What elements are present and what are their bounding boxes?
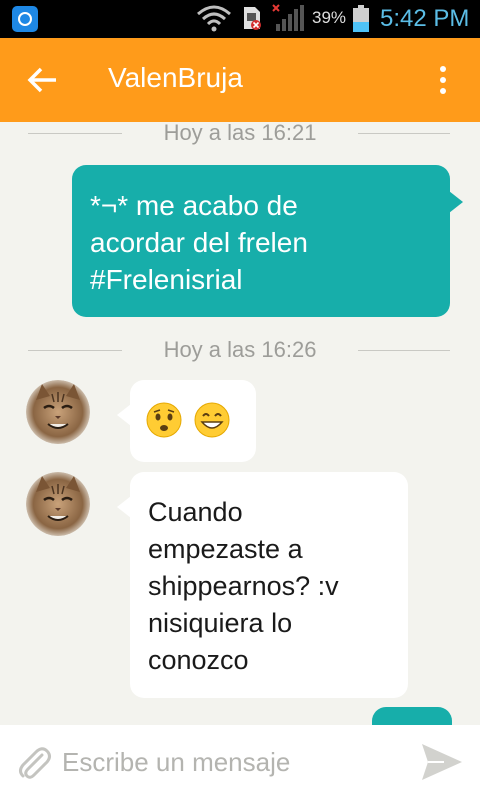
chat-title[interactable]: ValenBruja <box>108 62 243 94</box>
message-text: Cuando empezaste a shippearnos? :v nisiq… <box>130 472 408 679</box>
arrow-left-icon[interactable] <box>26 64 60 96</box>
contact-avatar[interactable] <box>26 472 90 536</box>
anxious-face-emoji <box>146 402 182 438</box>
battery-percent: 39% <box>312 8 347 27</box>
message-composer <box>0 725 480 800</box>
incoming-message[interactable]: Cuando empezaste a shippearnos? :v nisiq… <box>117 472 408 698</box>
status-bar: 39% 5:42 PM <box>0 0 480 38</box>
paperclip-icon[interactable] <box>14 743 54 783</box>
message-line: conozco <box>148 645 249 675</box>
more-vertical-icon[interactable] <box>430 62 456 98</box>
separator-line <box>358 350 450 351</box>
outgoing-message[interactable]: *¬* me acabo de acordar del frelen #Frel… <box>72 165 463 317</box>
message-line: acordar del frelen <box>90 227 308 258</box>
battery-icon <box>353 5 369 32</box>
emoji-row <box>130 380 256 438</box>
date-label: Hoy a las 16:21 <box>163 122 317 145</box>
message-list[interactable]: Hoy a las 16:21 *¬* me acabo de acordar … <box>0 122 480 725</box>
status-time: 5:42 PM <box>380 5 470 32</box>
message-line: #Frelenisrial <box>90 264 243 295</box>
grinning-face-emoji <box>194 402 230 438</box>
separator-line <box>358 133 450 134</box>
date-separator: Hoy a las 16:21 <box>0 122 480 149</box>
wifi-icon <box>197 5 231 32</box>
message-line: nisiquiera lo <box>148 608 293 638</box>
message-line: shippearnos? :v <box>148 571 339 601</box>
message-line: empezaste a <box>148 534 303 564</box>
date-separator: Hoy a las 16:26 <box>0 336 480 366</box>
signal-icon <box>272 4 304 31</box>
sim-error-icon <box>244 7 261 30</box>
message-line: *¬* me acabo de <box>90 190 298 221</box>
send-icon[interactable] <box>418 741 464 783</box>
message-input[interactable] <box>62 739 402 785</box>
contact-avatar[interactable] <box>26 380 90 444</box>
message-line: Cuando <box>148 497 243 527</box>
outgoing-message-partial[interactable] <box>372 707 452 725</box>
app-bar: ValenBruja <box>0 38 480 122</box>
message-text: *¬* me acabo de acordar del frelen #Frel… <box>72 165 450 298</box>
app-notification-icon <box>12 6 38 32</box>
incoming-message[interactable] <box>117 380 256 462</box>
